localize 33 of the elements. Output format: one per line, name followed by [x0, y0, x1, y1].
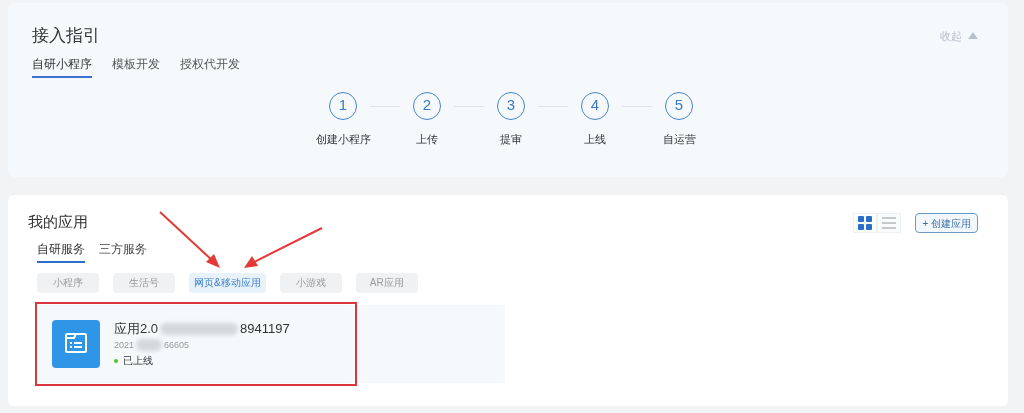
tab[interactable]: 自研小程序: [32, 54, 92, 78]
filter-chip[interactable]: 生活号: [113, 272, 175, 293]
app-name: 8941197: [240, 320, 290, 338]
create-app-button[interactable]: + 创建应用: [915, 213, 978, 233]
app-id: 66605: [164, 338, 190, 352]
caret-up-icon: [968, 32, 978, 40]
section-title: 我的应用: [28, 212, 88, 232]
blurred-text-mask: [136, 339, 163, 352]
list-icon: [882, 217, 897, 229]
folder-icon: [52, 319, 100, 368]
step-number: 4: [581, 91, 609, 120]
step-label: 创建小程序: [315, 131, 371, 147]
app-id: 2021: [114, 338, 135, 352]
tab[interactable]: 自研服务: [37, 239, 85, 263]
step-label: 上传: [416, 131, 438, 147]
step-number: 3: [497, 91, 525, 120]
filter-chip[interactable]: 网页&移动应用: [189, 272, 266, 293]
section-title: 接入指引: [32, 25, 100, 47]
app-card[interactable]: 应用2.0 8941197 2021 66605 已上线: [38, 304, 505, 383]
status-text: 已上线: [123, 354, 153, 368]
app-name: 应用2.0: [114, 320, 159, 338]
tab[interactable]: 三方服务: [99, 239, 147, 263]
tab[interactable]: 模板开发: [112, 54, 160, 78]
grid-icon: [858, 216, 873, 230]
step-label: 上线: [584, 131, 606, 147]
step-number: 5: [665, 91, 693, 120]
step-number: 1: [329, 91, 357, 120]
grid-view-button[interactable]: [853, 213, 878, 233]
step-number: 2: [413, 91, 441, 120]
tab[interactable]: 授权代开发: [180, 54, 240, 78]
step-label: 自运营: [662, 131, 696, 147]
annotation-arrow: [158, 210, 222, 270]
step-label: 提审: [500, 131, 522, 147]
